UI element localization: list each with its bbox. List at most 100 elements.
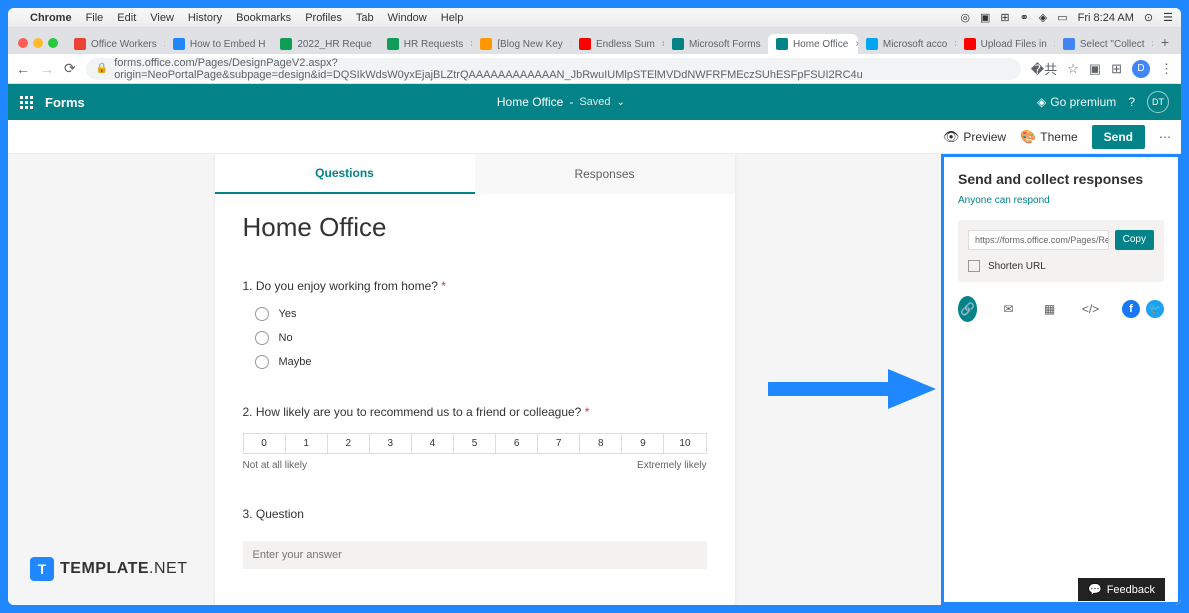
- forward-icon[interactable]: →: [40, 61, 54, 77]
- browser-tab[interactable]: HR Requests×: [379, 34, 472, 54]
- menu-history[interactable]: History: [188, 12, 222, 24]
- menu-bookmarks[interactable]: Bookmarks: [236, 12, 291, 24]
- menu-view[interactable]: View: [150, 12, 174, 24]
- radio-icon: [255, 331, 269, 345]
- diamond-icon: ◈: [1037, 95, 1046, 109]
- qr-share-icon[interactable]: ▦: [1040, 296, 1059, 322]
- checkbox-icon: [968, 260, 980, 272]
- new-tab-button[interactable]: +: [1153, 30, 1177, 54]
- status-icon: ◎: [960, 11, 970, 24]
- nps-cell[interactable]: 0: [244, 434, 286, 453]
- link-share-icon[interactable]: 🔗: [958, 296, 977, 322]
- menu-edit[interactable]: Edit: [117, 12, 136, 24]
- spotlight-icon[interactable]: ⊙: [1144, 11, 1153, 24]
- browser-tab[interactable]: Microsoft Forms×: [664, 34, 768, 54]
- annotation-arrow-icon: [768, 364, 938, 414]
- forms-brand[interactable]: Forms: [45, 95, 85, 110]
- nps-cell[interactable]: 3: [370, 434, 412, 453]
- browser-tabstrip: Office Workers× How to Embed H× 2022_HR …: [8, 28, 1181, 54]
- nps-cell[interactable]: 9: [622, 434, 664, 453]
- more-icon[interactable]: ⋯: [1159, 130, 1171, 144]
- bluetooth-icon[interactable]: ⚭: [1020, 11, 1029, 24]
- chat-icon: 💬: [1088, 583, 1102, 596]
- shorten-checkbox[interactable]: Shorten URL: [968, 260, 1154, 272]
- facebook-icon[interactable]: f: [1122, 300, 1140, 318]
- eye-icon: 👁: [943, 129, 960, 145]
- browser-tab-active[interactable]: Home Office×: [768, 34, 858, 54]
- menu-icon[interactable]: ⋮: [1160, 61, 1173, 77]
- profile-avatar[interactable]: D: [1132, 60, 1150, 78]
- nps-low-label: Not at all likely: [243, 460, 307, 471]
- theme-button[interactable]: 🎨Theme: [1020, 129, 1078, 145]
- feedback-button[interactable]: 💬Feedback: [1078, 578, 1165, 601]
- forms-toolbar: 👁Preview 🎨Theme Send ⋯: [8, 120, 1181, 154]
- back-icon[interactable]: ←: [16, 61, 30, 77]
- nps-cell[interactable]: 10: [664, 434, 705, 453]
- app-launcher-icon[interactable]: [20, 96, 33, 109]
- twitter-icon[interactable]: 🐦: [1146, 300, 1164, 318]
- menu-window[interactable]: Window: [388, 12, 427, 24]
- nps-cell[interactable]: 5: [454, 434, 496, 453]
- panel-subtitle[interactable]: Anyone can respond: [958, 195, 1164, 206]
- clock[interactable]: Fri 8:24 AM: [1078, 12, 1134, 24]
- user-avatar[interactable]: DT: [1147, 91, 1169, 113]
- radio-icon: [255, 355, 269, 369]
- status-icon: ⊞: [1000, 11, 1009, 24]
- send-button[interactable]: Send: [1092, 125, 1145, 149]
- preview-button[interactable]: 👁Preview: [943, 129, 1006, 145]
- wifi-icon[interactable]: ◈: [1039, 11, 1047, 24]
- nps-cell[interactable]: 7: [538, 434, 580, 453]
- control-center-icon[interactable]: ☰: [1163, 11, 1173, 24]
- menu-profiles[interactable]: Profiles: [305, 12, 342, 24]
- nps-cell[interactable]: 8: [580, 434, 622, 453]
- menu-file[interactable]: File: [86, 12, 104, 24]
- mac-menubar: Chrome File Edit View History Bookmarks …: [8, 8, 1181, 28]
- radio-option[interactable]: Yes: [243, 307, 707, 321]
- answer-input[interactable]: [243, 541, 707, 569]
- browser-tab[interactable]: Upload Files in×: [956, 34, 1055, 54]
- question-1: 1. Do you enjoy working from home? * Yes…: [243, 279, 707, 369]
- extensions-icon[interactable]: ⊞: [1111, 61, 1122, 77]
- nps-cell[interactable]: 4: [412, 434, 454, 453]
- document-title[interactable]: Home Office-Saved⌄: [497, 95, 625, 109]
- share-url-field[interactable]: https://forms.office.com/Pages/Resp...: [968, 230, 1109, 250]
- question-3: 3. Question: [243, 507, 707, 569]
- panel-title: Send and collect responses: [958, 171, 1164, 187]
- embed-share-icon[interactable]: </>: [1081, 296, 1100, 322]
- email-share-icon[interactable]: ✉: [999, 296, 1018, 322]
- browser-tab[interactable]: Microsoft acco×: [858, 34, 956, 54]
- watermark-icon: T: [30, 557, 54, 581]
- question-2: 2. How likely are you to recommend us to…: [243, 405, 707, 471]
- reload-icon[interactable]: ⟳: [64, 60, 76, 77]
- help-icon[interactable]: ?: [1128, 95, 1135, 109]
- tab-questions[interactable]: Questions: [215, 154, 475, 194]
- go-premium-button[interactable]: ◈Go premium: [1037, 95, 1116, 109]
- form-title[interactable]: Home Office: [243, 212, 707, 243]
- url-field[interactable]: 🔒forms.office.com/Pages/DesignPageV2.asp…: [86, 58, 1021, 80]
- extensions-icon[interactable]: ▣: [1089, 61, 1101, 77]
- menu-tab[interactable]: Tab: [356, 12, 374, 24]
- watermark: T TEMPLATE.NET: [30, 557, 187, 581]
- copy-button[interactable]: Copy: [1115, 230, 1154, 250]
- browser-tab[interactable]: How to Embed H×: [165, 34, 272, 54]
- battery-icon[interactable]: ▭: [1057, 11, 1067, 24]
- nps-cell[interactable]: 2: [328, 434, 370, 453]
- chevron-down-icon[interactable]: ⌄: [617, 97, 625, 108]
- browser-tab[interactable]: [Blog New Key×: [472, 34, 571, 54]
- app-name[interactable]: Chrome: [30, 12, 72, 24]
- nps-cell[interactable]: 1: [286, 434, 328, 453]
- browser-tab[interactable]: Endless Sum×: [571, 34, 664, 54]
- radio-option[interactable]: Maybe: [243, 355, 707, 369]
- nps-cell[interactable]: 6: [496, 434, 538, 453]
- window-controls[interactable]: [12, 38, 66, 54]
- send-panel: Send and collect responses Anyone can re…: [941, 154, 1181, 605]
- menu-help[interactable]: Help: [441, 12, 464, 24]
- bookmark-icon[interactable]: ☆: [1067, 61, 1079, 77]
- browser-tab[interactable]: 2022_HR Reque×: [272, 34, 378, 54]
- browser-tab[interactable]: Select "Collect×: [1055, 34, 1153, 54]
- tab-responses[interactable]: Responses: [475, 154, 735, 194]
- share-icon[interactable]: �共: [1031, 59, 1057, 78]
- nps-scale[interactable]: 0 1 2 3 4 5 6 7 8 9 10: [243, 433, 707, 454]
- radio-option[interactable]: No: [243, 331, 707, 345]
- browser-tab[interactable]: Office Workers×: [66, 34, 165, 54]
